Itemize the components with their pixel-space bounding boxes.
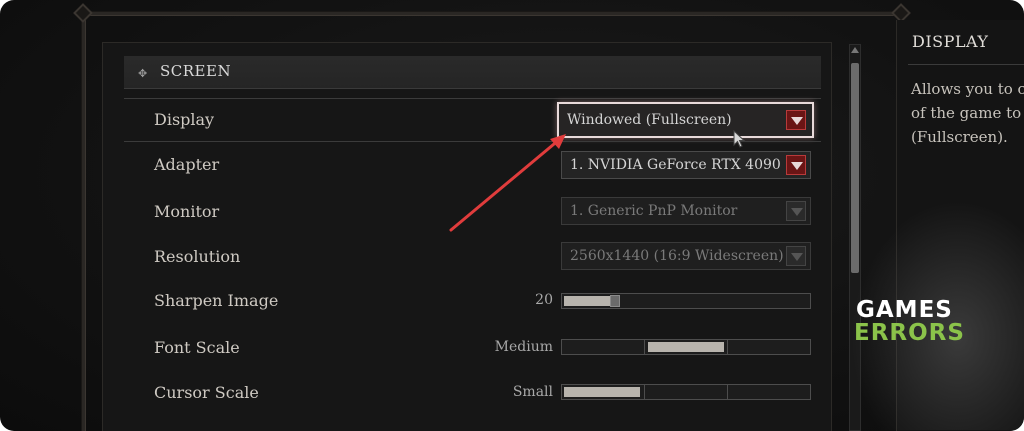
row-divider bbox=[124, 98, 821, 99]
monitor-value: 1. Generic PnP Monitor bbox=[570, 203, 738, 219]
game-settings-window: ✥ SCREEN Display Windowed (Fullscreen) A… bbox=[0, 0, 1024, 431]
dropdown-arrow-icon[interactable] bbox=[786, 246, 806, 266]
font-scale-selector[interactable] bbox=[561, 339, 811, 355]
section-title: SCREEN bbox=[160, 62, 232, 80]
dropdown-arrow-icon[interactable] bbox=[786, 155, 806, 175]
font-scale-label: Font Scale bbox=[154, 338, 240, 357]
sharpen-slider-fill bbox=[564, 296, 610, 306]
display-mode-value: Windowed (Fullscreen) bbox=[567, 112, 732, 128]
segment-divider bbox=[727, 385, 728, 399]
scroll-up-arrow-icon[interactable] bbox=[851, 47, 859, 55]
cursor-scale-selected-segment[interactable] bbox=[564, 387, 640, 397]
sharpen-slider-handle[interactable] bbox=[610, 295, 620, 307]
info-panel-text-line: Allows you to c bbox=[911, 80, 1024, 98]
segment-divider bbox=[727, 340, 728, 354]
display-label: Display bbox=[154, 110, 215, 129]
segment-divider bbox=[644, 385, 645, 399]
section-diamond-icon: ✥ bbox=[138, 67, 148, 80]
cursor-scale-selector[interactable] bbox=[561, 384, 811, 400]
settings-panel bbox=[102, 42, 832, 431]
resolution-label: Resolution bbox=[154, 247, 241, 266]
segment-divider bbox=[644, 340, 645, 354]
resolution-dropdown[interactable]: 2560x1440 (16:9 Widescreen) bbox=[561, 242, 811, 270]
dropdown-arrow-icon[interactable] bbox=[786, 110, 806, 130]
mouse-cursor-icon bbox=[733, 130, 746, 148]
monitor-dropdown[interactable]: 1. Generic PnP Monitor bbox=[561, 197, 811, 225]
adapter-dropdown[interactable]: 1. NVIDIA GeForce RTX 4090 bbox=[561, 151, 811, 179]
sharpen-label: Sharpen Image bbox=[154, 291, 279, 310]
watermark-errors: ERRORS bbox=[854, 320, 965, 346]
row-divider bbox=[124, 141, 821, 142]
display-mode-dropdown[interactable]: Windowed (Fullscreen) bbox=[557, 102, 814, 138]
monitor-label: Monitor bbox=[154, 202, 220, 221]
cursor-scale-value: Small bbox=[512, 384, 553, 400]
sharpen-slider[interactable] bbox=[561, 293, 811, 309]
dropdown-arrow-icon[interactable] bbox=[786, 201, 806, 221]
font-scale-value: Medium bbox=[494, 339, 553, 355]
section-header-screen[interactable]: ✥ SCREEN bbox=[124, 56, 821, 89]
info-panel-text-line: (Fullscreen). bbox=[911, 128, 1008, 146]
font-scale-selected-segment[interactable] bbox=[648, 342, 724, 352]
info-panel-title: DISPLAY bbox=[912, 32, 989, 51]
sharpen-value: 20 bbox=[535, 292, 553, 308]
cursor-scale-label: Cursor Scale bbox=[154, 383, 259, 402]
adapter-value: 1. NVIDIA GeForce RTX 4090 bbox=[570, 157, 781, 173]
adapter-label: Adapter bbox=[154, 155, 220, 174]
resolution-value: 2560x1440 (16:9 Widescreen) bbox=[570, 248, 784, 264]
info-panel-divider bbox=[908, 64, 1024, 65]
info-panel-text-line: of the game to bbox=[911, 104, 1022, 122]
